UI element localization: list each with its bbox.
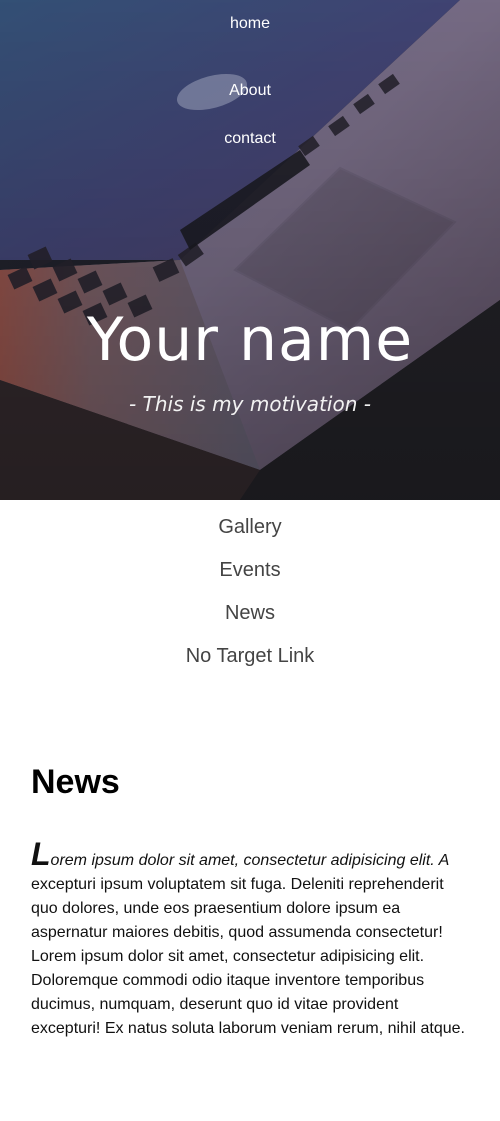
site-title: Your name xyxy=(86,305,414,375)
nav-link-about[interactable]: About xyxy=(0,67,500,115)
news-dropcap: L xyxy=(31,836,51,872)
news-paragraph: Lorem ipsum dolor sit amet, consectetur … xyxy=(31,838,469,1041)
news-lead-in: orem ipsum dolor sit amet, consectetur a… xyxy=(50,852,450,869)
hero-banner: home About contact Your name - This is m… xyxy=(0,0,500,500)
news-heading: News xyxy=(31,763,120,801)
section-link-no-target[interactable]: No Target Link xyxy=(0,635,500,678)
section-link-news[interactable]: News xyxy=(0,592,500,635)
site-motto: - This is my motivation - xyxy=(129,392,371,416)
primary-nav: home About contact xyxy=(0,0,500,163)
section-nav: Gallery Events News No Target Link xyxy=(0,500,500,678)
section-link-gallery[interactable]: Gallery xyxy=(0,506,500,549)
news-section: News Lorem ipsum dolor sit amet, consect… xyxy=(0,678,500,1041)
news-body: excepturi ipsum voluptatem sit fuga. Del… xyxy=(31,876,465,1037)
nav-link-home[interactable]: home xyxy=(0,16,500,67)
section-link-events[interactable]: Events xyxy=(0,549,500,592)
nav-link-contact[interactable]: contact xyxy=(0,115,500,163)
